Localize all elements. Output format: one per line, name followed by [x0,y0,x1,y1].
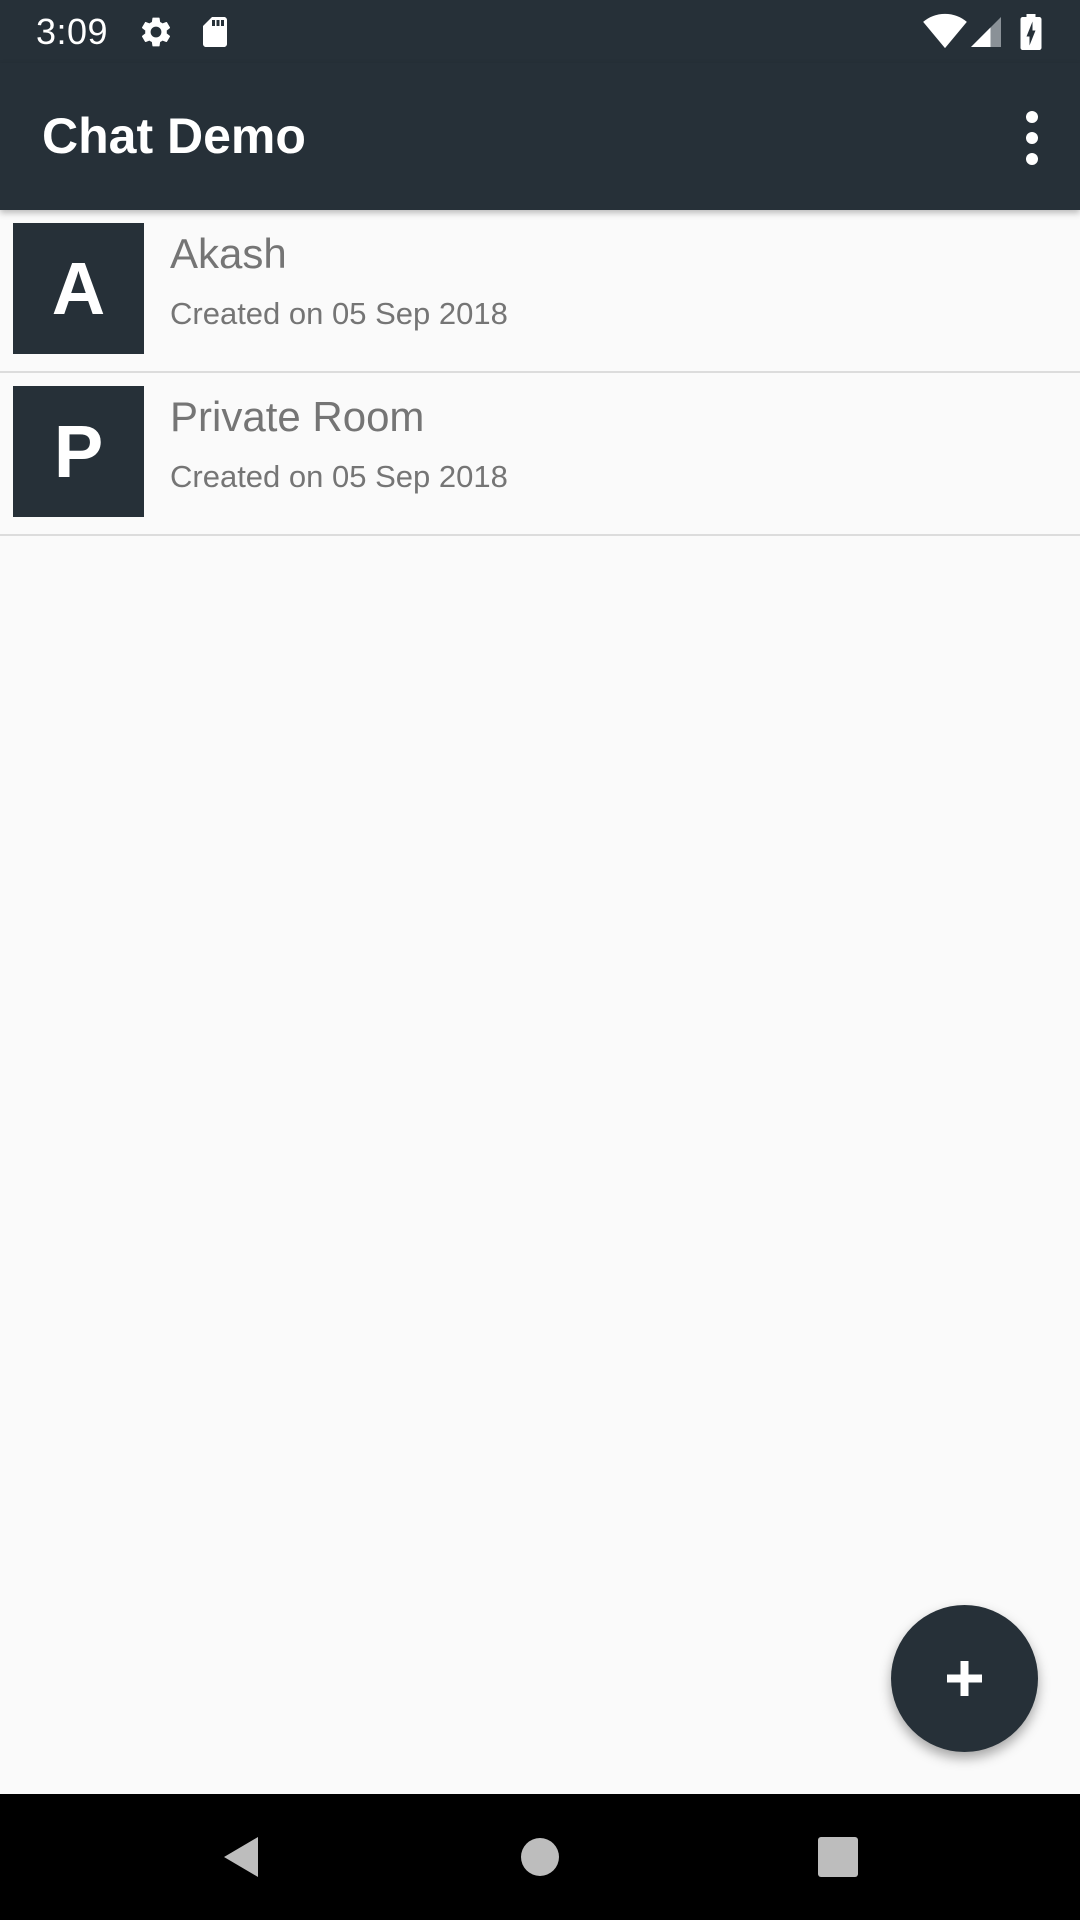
room-name: Akash [170,230,287,277]
cell-signal-icon [968,14,1004,50]
plus-icon [947,1661,982,1696]
room-created-date: Created on 05 Sep 2018 [170,459,508,494]
app-bar: Chat Demo [0,63,1080,210]
list-item[interactable]: A Akash Created on 05 Sep 2018 [0,210,1080,373]
status-bar: 3:09 [0,0,1080,63]
navigation-bar [0,1794,1080,1920]
battery-charging-icon [1016,14,1046,50]
gear-icon [138,14,174,50]
recents-icon[interactable] [808,1827,868,1887]
add-room-button[interactable] [891,1605,1038,1752]
avatar: P [13,386,144,517]
list-item[interactable]: P Private Room Created on 05 Sep 2018 [0,373,1080,536]
room-created-date: Created on 05 Sep 2018 [170,296,508,331]
room-name: Private Room [170,393,425,440]
home-icon[interactable] [510,1827,570,1887]
avatar: A [13,223,144,354]
sd-card-icon [197,14,233,50]
status-time: 3:09 [36,11,109,52]
more-vert-icon[interactable] [996,93,1068,183]
back-icon[interactable] [210,1827,270,1887]
room-list: A Akash Created on 05 Sep 2018 P Private… [0,210,1080,536]
wifi-icon [922,12,968,49]
app-title: Chat Demo [42,108,306,164]
